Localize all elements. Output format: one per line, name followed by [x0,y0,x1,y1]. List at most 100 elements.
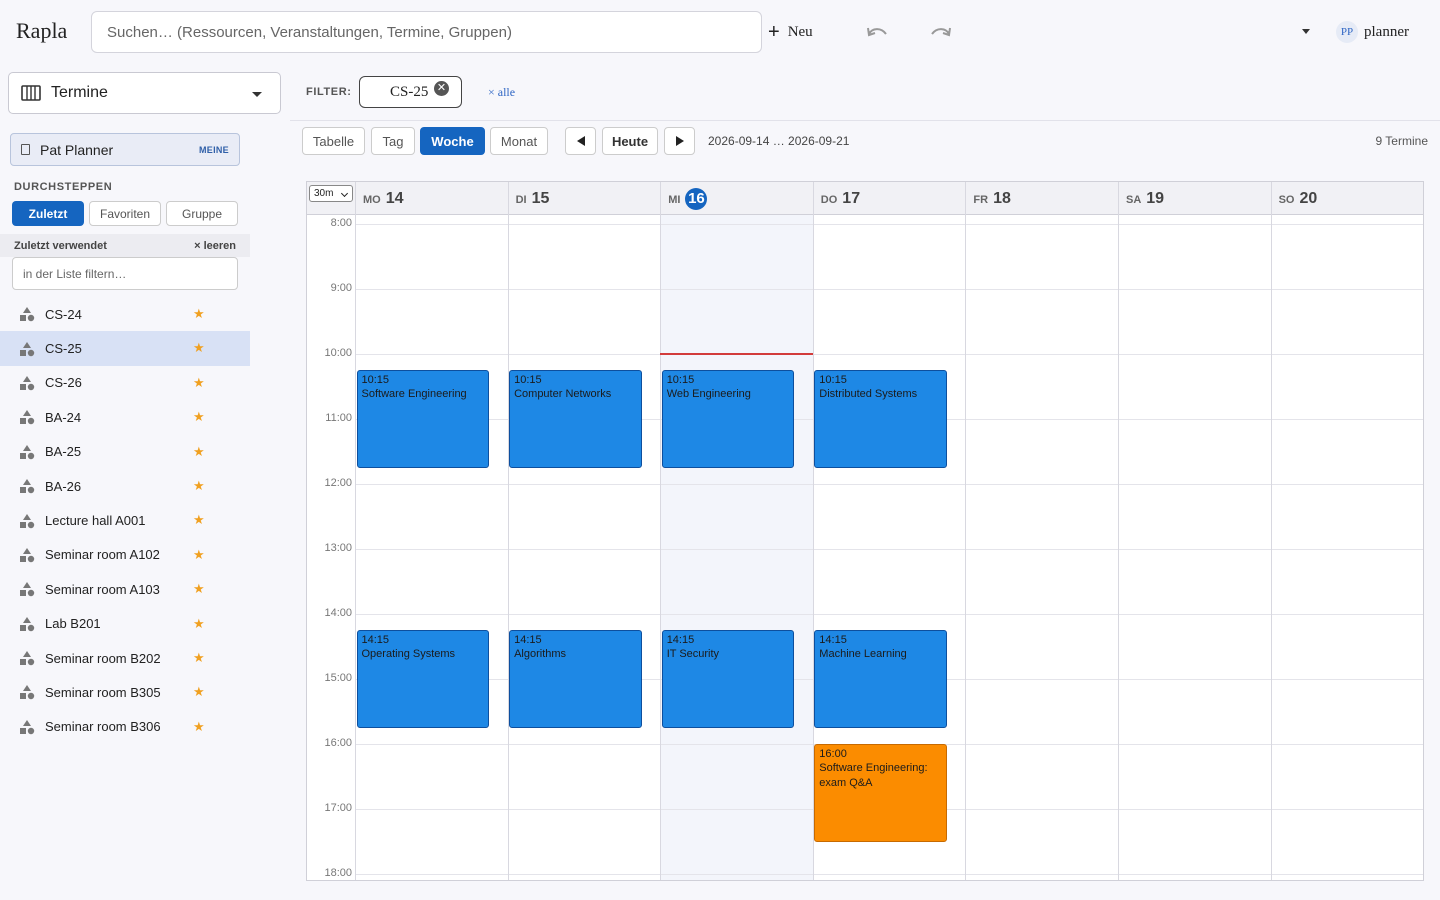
sidebar-item[interactable]: BA-25 ★ [0,435,250,469]
star-icon[interactable]: ★ [193,478,205,494]
star-icon[interactable]: ★ [193,512,205,528]
tab-day[interactable]: Tag [371,127,415,155]
tab-week[interactable]: Woche [420,127,485,155]
new-button[interactable]: + Neu [768,20,813,44]
time-label: 13:00 [324,542,352,554]
star-icon[interactable]: ★ [193,581,205,597]
calendar-event[interactable]: 10:15 Distributed Systems [814,370,947,468]
date-range: 2026-09-14 … 2026-09-21 [708,134,850,148]
calendar-event[interactable]: 10:15 Computer Networks [509,370,642,468]
star-icon[interactable]: ★ [193,444,205,460]
day-divider [965,182,967,880]
event-time: 10:15 [514,374,542,387]
resource-shapes-icon [20,307,35,322]
tab-group[interactable]: Gruppe [166,201,238,226]
search-input[interactable] [91,11,762,53]
day-header[interactable]: SA 19 [1118,182,1271,215]
star-icon[interactable]: ★ [193,375,205,391]
today-button[interactable]: Heute [602,127,658,155]
star-icon[interactable]: ★ [193,650,205,666]
day-header[interactable]: DI 15 [508,182,661,215]
clear-all-filters-link[interactable]: × alle [488,85,515,100]
calendar-event[interactable]: 14:15 Machine Learning [814,630,947,728]
hour-line [355,874,1423,875]
calendar-event[interactable]: 14:15 Algorithms [509,630,642,728]
day-header[interactable]: SO 20 [1271,182,1423,215]
calendar-event[interactable]: 14:15 IT Security [661,630,795,728]
next-button[interactable] [664,127,695,155]
resource-shapes-icon [20,513,35,528]
sidebar-item-label: BA-26 [45,478,82,494]
current-time-line [660,353,813,355]
day-header[interactable]: MO 14 [355,182,508,215]
calendar-event[interactable]: 16:00 Software Engineering: exam Q&A [814,744,947,842]
list-filter-input[interactable] [12,257,238,290]
event-title: Operating Systems [361,648,456,661]
sidebar-item[interactable]: Seminar room B202 ★ [0,641,250,675]
day-divider [507,182,509,880]
event-title: Algorithms [514,648,567,661]
day-divider [1270,182,1272,880]
sidebar-item[interactable]: Lab B201 ★ [0,607,250,641]
view-select[interactable]: Termine [8,72,281,114]
filter-chip[interactable]: CS-25 ✕ [359,76,462,108]
view-select-label: Termine [51,84,108,101]
day-divider [355,182,356,880]
user-menu[interactable]: PP planner [1336,20,1409,44]
sidebar-item[interactable]: CS-26 ★ [0,366,250,400]
sidebar-item[interactable]: Seminar room B305 ★ [0,675,250,709]
day-number: 19 [1146,189,1165,207]
sidebar-item[interactable]: Seminar room B306 ★ [0,710,250,744]
resource-shapes-icon [20,719,35,735]
event-title: Software Engineering: exam Q&A [819,762,928,789]
clear-recent-button[interactable]: × leeren [194,240,236,252]
tab-month[interactable]: Monat [490,127,548,155]
zoom-select[interactable]: 30m [309,185,353,202]
redo-icon [931,27,951,37]
redo-button[interactable] [927,20,955,44]
close-icon[interactable]: ✕ [434,81,449,96]
calendar-event[interactable]: 14:15 Operating Systems [356,630,490,728]
event-time: 10:15 [819,374,847,387]
tab-favorites[interactable]: Favoriten [89,201,161,226]
sidebar-item[interactable]: CS-24 ★ [0,297,250,331]
day-name: MO [363,194,381,206]
day-header[interactable]: FR 18 [965,182,1118,215]
hour-line [355,224,1423,225]
day-header[interactable]: DO 17 [813,182,966,215]
resource-shapes-icon [20,410,35,425]
sidebar: Termine Pat Planner MEINE DURCHSTEPPEN Z… [0,64,281,900]
star-icon[interactable]: ★ [193,409,205,425]
day-divider [660,182,662,880]
undo-button[interactable] [863,20,891,44]
event-time: 10:15 [361,374,390,387]
sidebar-item[interactable]: BA-24 ★ [0,400,250,434]
calendar-event[interactable]: 10:15 Software Engineering [356,370,490,468]
sidebar-item[interactable]: Seminar room A103 ★ [0,572,250,606]
day-header[interactable]: MI 16 [660,182,813,215]
tab-recent[interactable]: Zuletzt [12,201,84,226]
sidebar-item[interactable]: Lecture hall A001 ★ [0,503,250,537]
star-icon[interactable]: ★ [193,719,205,735]
next-arrow-icon [675,136,684,146]
star-icon[interactable]: ★ [193,547,205,563]
my-resources-card[interactable]: Pat Planner MEINE [10,133,240,166]
user-name: planner [1364,23,1409,40]
event-title: Software Engineering [361,388,467,401]
sidebar-item-label: Lecture hall A001 [45,513,146,529]
dropdown-caret-icon[interactable] [1302,29,1310,34]
star-icon[interactable]: ★ [193,306,205,322]
star-icon[interactable]: ★ [193,616,205,632]
time-label: 9:00 [330,282,352,294]
calendar-event[interactable]: 10:15 Web Engineering [661,370,795,468]
resource-shapes-icon [20,479,35,494]
resource-shapes-icon [20,444,35,459]
prev-button[interactable] [565,127,596,155]
star-icon[interactable]: ★ [193,340,205,356]
chevron-down-icon [252,92,262,97]
sidebar-item[interactable]: Seminar room A102 ★ [0,538,250,572]
sidebar-item[interactable]: CS-25 ★ [0,331,250,366]
star-icon[interactable]: ★ [193,684,205,700]
sidebar-item[interactable]: BA-26 ★ [0,469,250,503]
tab-table[interactable]: Tabelle [302,127,365,155]
